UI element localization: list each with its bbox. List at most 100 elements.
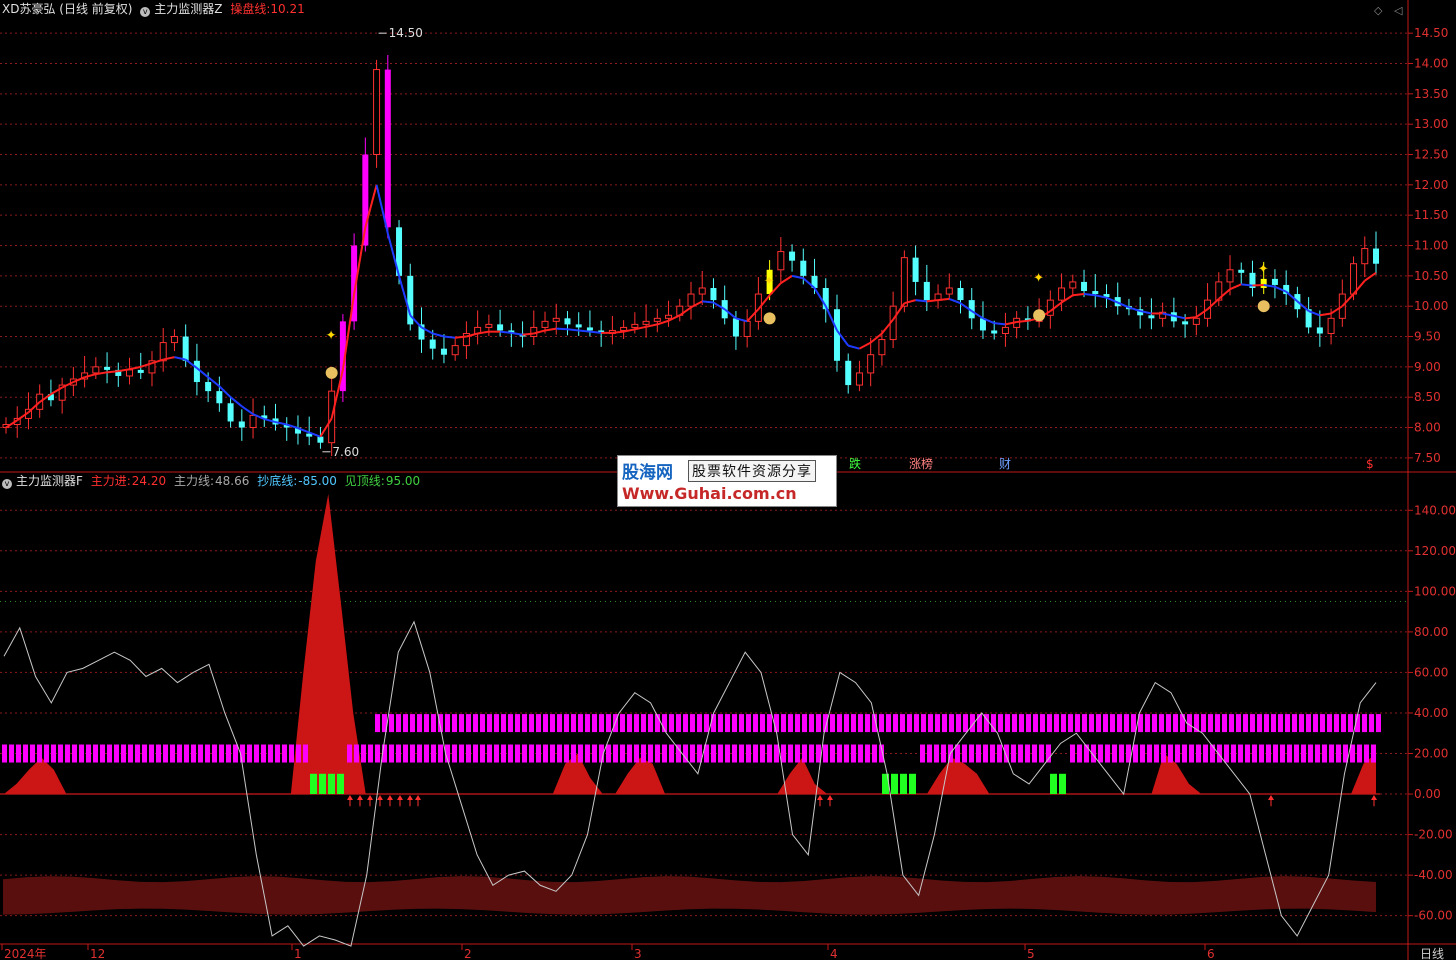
y-tick-label: 20.00: [1414, 747, 1448, 761]
ma-line-segment: [589, 330, 602, 334]
magenta-bar: [424, 714, 429, 733]
magenta-bar: [704, 714, 709, 733]
candle-body: [170, 336, 178, 344]
chevron-down-icon[interactable]: v: [2, 479, 12, 489]
magenta-bar: [767, 744, 772, 763]
bottom-line-value: -85.00: [298, 474, 337, 488]
candle-body: [1182, 321, 1189, 325]
magenta-bar: [473, 744, 478, 763]
magenta-bar: [711, 714, 716, 733]
candle-body: [800, 260, 807, 276]
magenta-bar: [466, 714, 471, 733]
magenta-bar: [795, 714, 800, 733]
magenta-bar: [396, 744, 401, 763]
magenta-bar: [1077, 744, 1082, 763]
magenta-bar: [529, 744, 534, 763]
top-line-label: 见顶线:: [344, 474, 385, 488]
candle-body: [1081, 281, 1088, 292]
magenta-bar: [641, 714, 646, 733]
y-tick-label: 8.00: [1414, 421, 1441, 435]
magenta-bar: [1294, 744, 1299, 763]
sub-indicator-name[interactable]: 主力监测器F: [16, 474, 83, 488]
candle-body: [710, 287, 717, 301]
candle-body: [182, 336, 189, 361]
ma-line-label: 操盘线:: [230, 2, 271, 16]
magenta-bar: [571, 744, 576, 763]
magenta-bar: [634, 744, 639, 763]
magenta-bar: [802, 714, 807, 733]
ma-line-segment: [1364, 272, 1377, 282]
magenta-bar: [72, 744, 77, 763]
buy-arrow-head: [817, 795, 823, 801]
magenta-bar: [1287, 744, 1292, 763]
magenta-bar: [410, 744, 415, 763]
candle-body: [631, 323, 639, 328]
candles: [2, 55, 1379, 457]
candle-body: [384, 69, 391, 228]
magenta-bar: [1166, 714, 1171, 733]
magenta-bar: [872, 744, 877, 763]
buy-arrow-head: [397, 795, 403, 801]
magenta-bar: [1159, 714, 1164, 733]
magenta-bar: [1187, 714, 1192, 733]
magenta-bar: [1032, 744, 1037, 763]
chevron-down-icon[interactable]: v: [140, 7, 151, 17]
magenta-bar: [268, 744, 273, 763]
magenta-bar: [501, 744, 506, 763]
y-tick-label: 80.00: [1414, 625, 1448, 639]
ma-line-segment: [847, 344, 860, 350]
y-tick-label: 9.50: [1414, 330, 1441, 344]
y-tick-label: 140.00: [1414, 503, 1456, 517]
buy-arrow-head: [1371, 795, 1377, 801]
magenta-bar: [1292, 714, 1297, 733]
magenta-bar: [44, 744, 49, 763]
magenta-bar: [1250, 714, 1255, 733]
magenta-bar: [1140, 744, 1145, 763]
magenta-bar: [375, 714, 380, 733]
y-tick-label: 12.50: [1414, 148, 1448, 162]
magenta-bar: [592, 714, 597, 733]
y-tick-label: 11.00: [1414, 239, 1448, 253]
candle-body: [1092, 291, 1099, 295]
high-price-label: 14.50: [389, 26, 423, 40]
ma-line-segment: [937, 297, 950, 302]
buy-arrow-head: [827, 795, 833, 801]
magenta-bar: [851, 714, 856, 733]
candle-body: [1148, 315, 1155, 319]
magenta-bar: [1229, 714, 1234, 733]
magenta-bar: [1154, 744, 1159, 763]
candle-body: [497, 324, 504, 331]
magenta-bar: [156, 744, 161, 763]
magenta-bar: [1012, 714, 1017, 733]
main-in-value: 24.20: [131, 474, 167, 488]
magenta-bar: [774, 744, 779, 763]
magenta-bar: [816, 714, 821, 733]
magenta-bar: [100, 744, 105, 763]
magenta-bar: [760, 744, 765, 763]
magenta-bar: [1315, 744, 1320, 763]
magenta-bar: [837, 714, 842, 733]
candle-body: [1271, 278, 1278, 285]
magenta-bar: [1371, 744, 1376, 763]
magenta-bar: [1257, 714, 1262, 733]
magenta-bar: [613, 744, 618, 763]
candle-body: [440, 348, 447, 355]
magenta-bar: [79, 744, 84, 763]
candle-body: [451, 345, 459, 356]
magenta-bar: [627, 714, 632, 733]
magenta-bar: [753, 714, 758, 733]
magenta-bar: [438, 744, 443, 763]
magenta-bar: [983, 744, 988, 763]
magenta-bar: [487, 744, 492, 763]
magenta-bar: [1278, 714, 1283, 733]
butterfly-icon: ✦: [1258, 262, 1269, 277]
magenta-bar: [920, 744, 925, 763]
magenta-bar: [669, 714, 674, 733]
magenta-bar: [732, 714, 737, 733]
magenta-bar: [683, 714, 688, 733]
indicator-name[interactable]: 主力监测器Z: [154, 2, 222, 16]
ma-line-segment: [499, 330, 512, 334]
magenta-bar: [620, 714, 625, 733]
green-bar: [319, 773, 326, 795]
magenta-bar: [1308, 744, 1313, 763]
